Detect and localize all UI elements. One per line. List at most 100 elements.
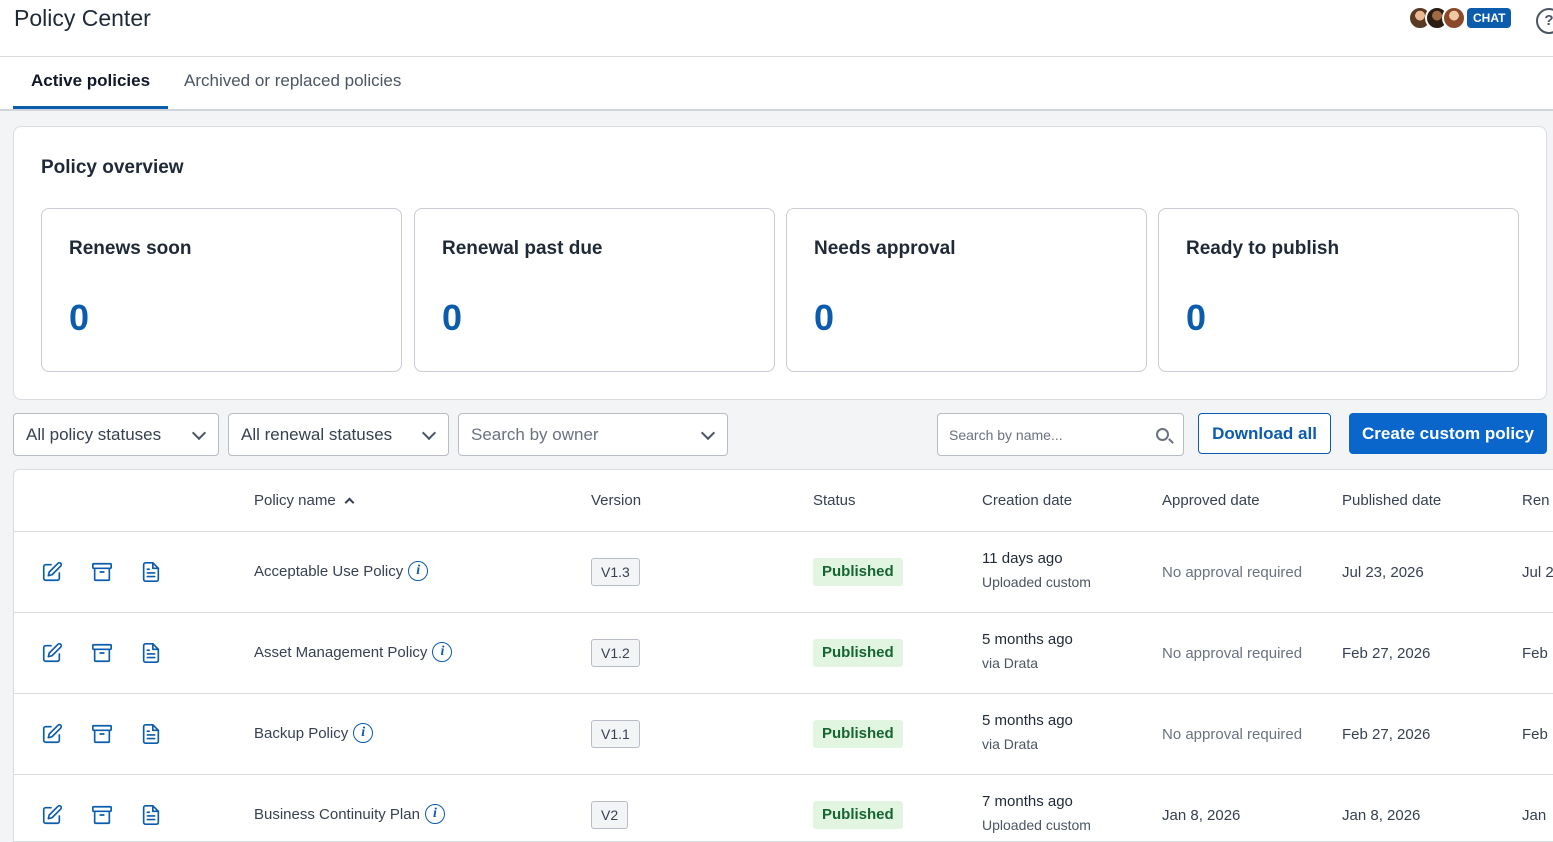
policy-overview-panel: Policy overview Renews soon 0 Renewal pa… [13,126,1547,400]
version-badge: V1.2 [591,639,640,667]
policy-name-cell: Acceptable Use Policy i [254,561,429,582]
published-date-cell: Jan 8, 2026 [1342,807,1421,824]
stat-value: 0 [1186,297,1207,338]
stat-label: Renews soon [69,238,192,259]
status-badge: Published [813,558,903,586]
table-row: Asset Management Policy i V1.2 Published 5 m… [14,613,1553,694]
chat-launcher[interactable]: CHAT [1408,6,1512,30]
policy-name-cell: Asset Management Policy i [254,642,453,663]
stat-value: 0 [442,297,463,338]
archive-icon[interactable] [91,723,113,745]
edit-icon[interactable] [41,561,63,583]
stat-label: Renewal past due [442,238,603,259]
creation-date-relative: 11 days ago [982,550,1063,567]
owner-filter[interactable]: Search by owner [458,413,728,456]
column-header-status[interactable]: Status [813,492,856,509]
column-header-published-date[interactable]: Published date [1342,492,1441,509]
stat-value: 0 [69,297,90,338]
stat-card-ready-to-publish[interactable]: Ready to publish 0 [1158,208,1519,372]
renewal-status-value: All renewal statuses [241,425,393,444]
document-icon[interactable] [140,561,162,583]
stat-label: Needs approval [814,238,956,259]
renewal-date-cell: Feb [1522,726,1548,743]
info-icon[interactable]: i [424,804,445,824]
edit-icon[interactable] [41,642,63,664]
status-badge: Published [813,801,903,829]
renewal-date-cell: Jan [1522,807,1547,824]
archive-icon[interactable] [91,642,113,664]
approved-date-cell: No approval required [1162,564,1303,581]
help-icon[interactable]: ? [1536,8,1553,34]
version-badge: V1.1 [591,720,640,748]
stat-value: 0 [814,297,835,338]
top-bar: Policy Center CHAT ? [0,0,1553,57]
creation-date-relative: 7 months ago [982,793,1073,810]
renewal-status-filter[interactable]: All renewal statuses [228,413,449,456]
archive-icon[interactable] [91,804,113,826]
policy-name-link[interactable]: Asset Management Policy [254,644,427,661]
creation-source: Uploaded custom [982,817,1091,833]
creation-source: Uploaded custom [982,574,1091,590]
page-title: Policy Center [14,5,151,31]
policy-name-link[interactable]: Acceptable Use Policy [254,563,403,580]
policy-name-cell: Backup Policy i [254,723,374,744]
creation-date-relative: 5 months ago [982,712,1073,729]
approved-date-cell: Jan 8, 2026 [1162,807,1241,824]
stat-label: Ready to publish [1186,238,1340,259]
stat-card-renews-soon[interactable]: Renews soon 0 [41,208,402,372]
renewal-date-cell: Jul 2 [1522,564,1553,581]
column-header-renewal-date[interactable]: Ren [1522,492,1550,509]
chat-button[interactable]: CHAT [1467,8,1512,28]
published-date-cell: Jul 23, 2026 [1342,564,1424,581]
policy-name-link[interactable]: Business Continuity Plan [254,806,420,823]
document-icon[interactable] [140,642,162,664]
overview-title: Policy overview [41,157,184,178]
edit-icon[interactable] [41,804,63,826]
chevron-down-icon [191,425,207,441]
tab-archived-policies[interactable]: Archived or replaced policies [166,71,419,109]
create-custom-policy-button[interactable]: Create custom policy [1349,413,1547,454]
owner-filter-placeholder: Search by owner [471,425,599,444]
policy-status-value: All policy statuses [26,425,162,444]
table-row: Acceptable Use Policy i V1.3 Published 11 da… [14,532,1553,613]
search-placeholder: Search by name... [949,427,1063,443]
policies-table: Policy name Version Status Creation date… [13,469,1553,842]
status-badge: Published [813,720,903,748]
approved-date-cell: No approval required [1162,645,1303,662]
column-header-version[interactable]: Version [591,492,641,509]
column-header-approved-date[interactable]: Approved date [1162,492,1260,509]
policy-name-link[interactable]: Backup Policy [254,725,348,742]
published-date-cell: Feb 27, 2026 [1342,726,1431,743]
download-all-button[interactable]: Download all [1198,413,1331,454]
document-icon[interactable] [140,804,162,826]
stat-card-renewal-past-due[interactable]: Renewal past due 0 [414,208,775,372]
search-icon [1156,428,1169,441]
approved-date-cell: No approval required [1162,726,1303,743]
creation-source: via Drata [982,736,1039,752]
info-icon[interactable]: i [353,723,374,743]
table-row: Backup Policy i V1.1 Published 5 months ago v… [14,694,1553,775]
chevron-down-icon [421,425,437,441]
column-header-policy-name[interactable]: Policy name [254,492,355,509]
chevron-down-icon [700,425,716,441]
renewal-date-cell: Feb [1522,645,1548,662]
edit-icon[interactable] [41,723,63,745]
tab-active-policies[interactable]: Active policies [13,71,169,109]
table-header: Policy name Version Status Creation date… [14,470,1553,532]
version-badge: V1.3 [591,558,640,586]
version-badge: V2 [591,801,629,829]
published-date-cell: Feb 27, 2026 [1342,645,1431,662]
column-header-creation-date[interactable]: Creation date [982,492,1072,509]
document-icon[interactable] [140,723,162,745]
column-label: Policy name [254,492,336,509]
archive-icon[interactable] [91,561,113,583]
policy-name-cell: Business Continuity Plan i [254,804,445,825]
creation-source: via Drata [982,655,1039,671]
info-icon[interactable]: i [408,561,429,581]
stat-card-needs-approval[interactable]: Needs approval 0 [786,208,1147,372]
search-input[interactable]: Search by name... [937,413,1184,456]
creation-date-relative: 5 months ago [982,631,1073,648]
tab-bar: Active policies Archived or replaced pol… [0,57,1553,111]
info-icon[interactable]: i [432,642,453,662]
policy-status-filter[interactable]: All policy statuses [13,413,219,456]
